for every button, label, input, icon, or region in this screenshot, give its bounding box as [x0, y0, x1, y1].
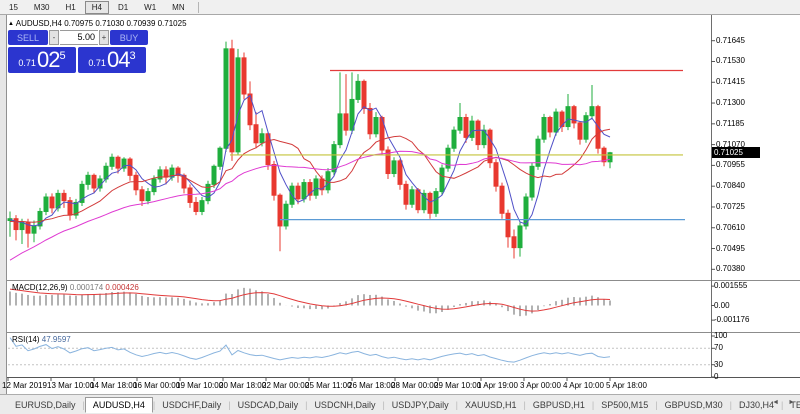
time-axis-label: 3 Apr 00:00 [520, 381, 561, 390]
macd-indicator-label: MACD(12,26,9) 0.000174 0.000426 [12, 283, 139, 292]
tab-scroll-left-icon[interactable]: ◄ [769, 397, 782, 408]
timeframe-button-mn[interactable]: MN [165, 1, 191, 14]
time-axis-label: 26 Mar 18:00 [348, 381, 395, 390]
window-left-gutter [0, 15, 7, 394]
sell-price-big: 02 [37, 47, 59, 73]
timeframe-button-m30[interactable]: M30 [27, 1, 57, 14]
chart-ohlc-title[interactable]: ▲ AUDUSD,H4 0.70975 0.71030 0.70939 0.71… [8, 19, 149, 28]
volume-input[interactable]: 5.00 [60, 30, 98, 45]
chart-tab-usdchf[interactable]: USDCHF,Daily [155, 398, 228, 412]
time-axis-label: 13 Mar 10:00 [47, 381, 94, 390]
toolbar-separator [198, 2, 199, 13]
buy-price-panel[interactable]: 0.71 04 3 [78, 47, 146, 73]
rsi-axis-label: 0 [714, 372, 718, 381]
chart-tab-xauusd[interactable]: XAUUSD,H1 [458, 398, 524, 412]
time-axis-label: 12 Mar 2019 [2, 381, 47, 390]
time-axis-label: 29 Mar 10:00 [434, 381, 481, 390]
price-axis-label: 0.71645 [716, 36, 745, 45]
chart-tab-usdcnh[interactable]: USDCNH,Daily [307, 398, 382, 412]
timeframe-button-h1[interactable]: H1 [58, 1, 82, 14]
current-price-tag: 0.71025 [712, 147, 760, 158]
time-axis-label: 19 Mar 10:00 [176, 381, 223, 390]
rsi-axis-label: 30 [714, 360, 723, 369]
price-axis-label: 0.71415 [716, 77, 745, 86]
time-axis-label: 5 Apr 18:00 [606, 381, 647, 390]
sell-button[interactable]: SELL [8, 30, 48, 45]
chart-tab-bar: EURUSD,Daily|AUDUSD,H4|USDCHF,Daily|USDC… [0, 394, 800, 414]
price-axis-label: 0.70840 [716, 181, 745, 190]
chart-tab-usdcad[interactable]: USDCAD,Daily [231, 398, 306, 412]
chart-tab-sp500[interactable]: SP500,M15 [594, 398, 655, 412]
buy-button[interactable]: BUY [110, 30, 148, 45]
tab-scroll-right-icon[interactable]: ► [785, 397, 798, 408]
tab-scroll-arrows: ◄ ► [769, 397, 798, 408]
time-axis-label: 25 Mar 11:00 [305, 381, 352, 390]
rsi-axis-label: 100 [714, 331, 727, 340]
one-click-trading-widget: ▲ AUDUSD,H4 0.70975 0.71030 0.70939 0.71… [8, 19, 149, 73]
chart-tab-gbpusd[interactable]: GBPUSD,M30 [658, 398, 730, 412]
time-axis-label: 22 Mar 00:00 [262, 381, 309, 390]
price-axis-label: 0.70610 [716, 223, 745, 232]
buy-price-prefix: 0.71 [88, 58, 106, 68]
price-axis-label: 0.70955 [716, 160, 745, 169]
collapse-icon[interactable]: ▲ [8, 21, 14, 27]
chart-tab-gbpusd[interactable]: GBPUSD,H1 [526, 398, 592, 412]
chart-tab-eurusd[interactable]: EURUSD,Daily [8, 398, 83, 412]
timeframe-button-15[interactable]: 15 [2, 1, 25, 14]
buy-price-pip: 3 [129, 50, 135, 62]
rsi-indicator-label: RSI(14) 47.9597 [12, 335, 71, 344]
sell-price-panel[interactable]: 0.71 02 5 [8, 47, 76, 73]
volume-increase-button[interactable]: + [99, 30, 109, 45]
price-axis-label: 0.71185 [716, 119, 744, 128]
sell-price-prefix: 0.71 [18, 58, 36, 68]
chart-tab-audusd[interactable]: AUDUSD,H4 [85, 397, 153, 413]
time-axis-label: 4 Apr 10:00 [563, 381, 604, 390]
volume-decrease-button[interactable]: - [49, 30, 59, 45]
timeframe-button-d1[interactable]: D1 [111, 1, 135, 14]
trading-platform-window: 15M30H1H4D1W1MN MACD(12,26,9) 0.000174 0… [0, 0, 800, 414]
time-axis-label: 14 Mar 18:00 [90, 381, 137, 390]
timeframe-button-w1[interactable]: W1 [137, 1, 163, 14]
price-axis-label: 0.70725 [716, 202, 745, 211]
time-axis-label: 20 Mar 18:00 [219, 381, 266, 390]
timeframe-button-h4[interactable]: H4 [85, 1, 109, 14]
macd-axis-label: 0.00 [714, 301, 730, 310]
price-axis-label: 0.71300 [716, 98, 745, 107]
price-axis-label: 0.70495 [716, 244, 745, 253]
price-axis-line [711, 15, 712, 378]
chart-tab-usdjpy[interactable]: USDJPY,Daily [385, 398, 456, 412]
time-axis-label: 28 Mar 00:00 [391, 381, 438, 390]
macd-axis-label: -0.001176 [714, 315, 749, 324]
timeframe-toolbar: 15M30H1H4D1W1MN [0, 0, 800, 15]
rsi-axis-label: 70 [714, 343, 723, 352]
time-axis-label: 16 Mar 00:00 [133, 381, 180, 390]
time-axis-label: 1 Apr 19:00 [477, 381, 518, 390]
price-axis-label: 0.71530 [716, 56, 745, 65]
sell-price-pip: 5 [59, 50, 65, 62]
buy-price-big: 04 [107, 47, 129, 73]
price-axis-label: 0.70380 [716, 264, 745, 273]
macd-axis-label: 0.001555 [714, 281, 747, 290]
